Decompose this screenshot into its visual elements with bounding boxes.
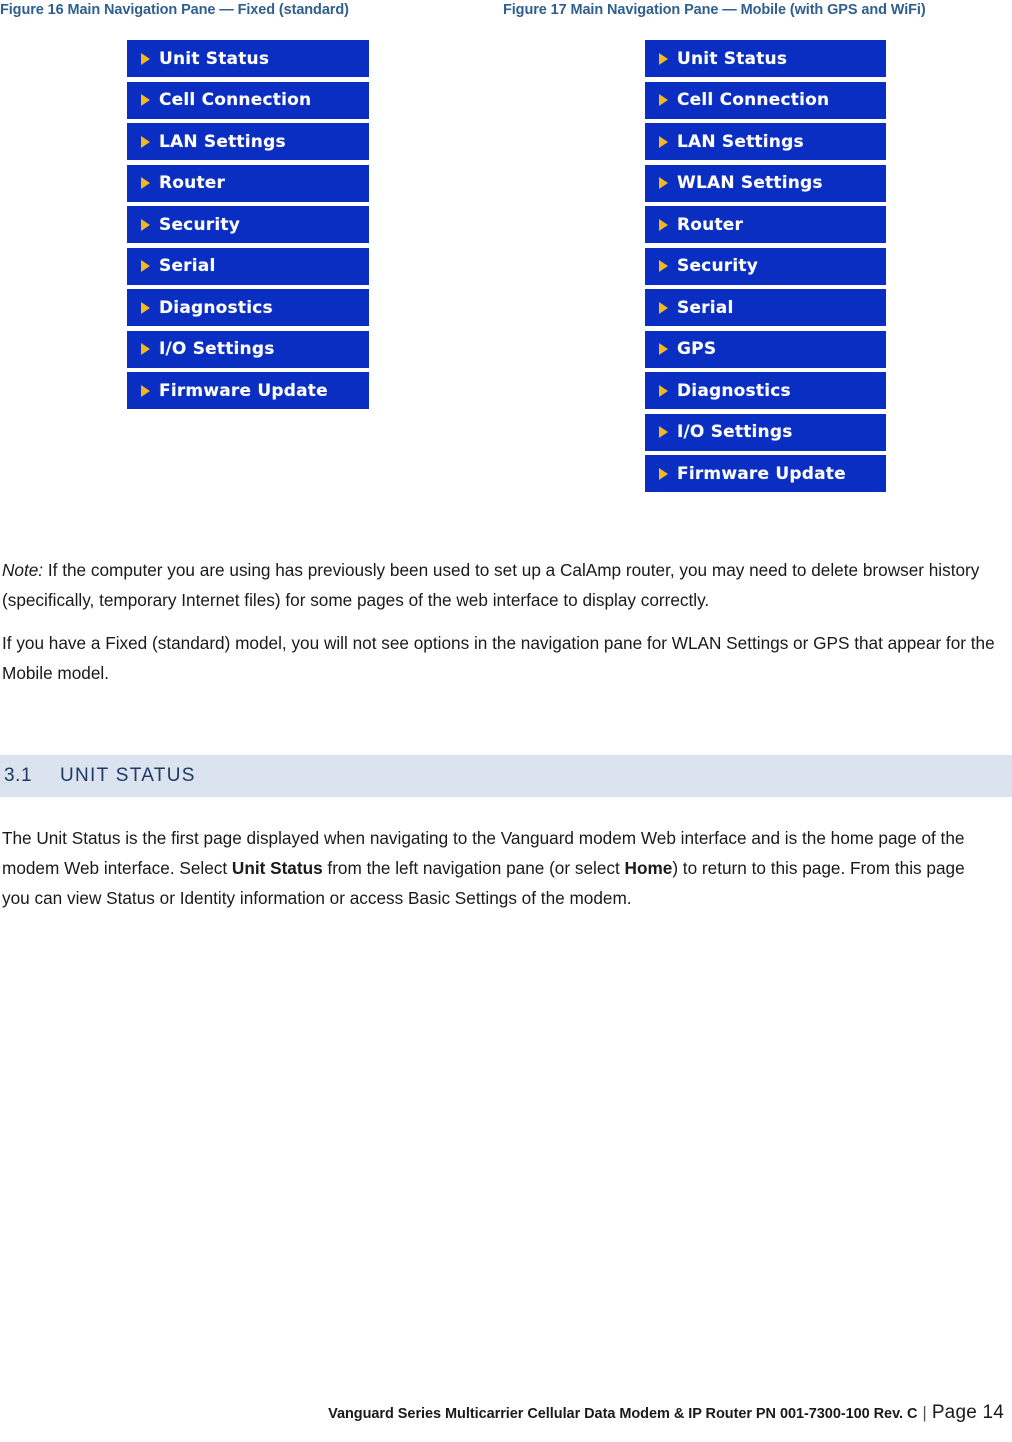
triangle-right-icon bbox=[141, 52, 150, 65]
nav-item-label: Unit Status bbox=[677, 48, 788, 69]
nav-item-label: Unit Status bbox=[159, 48, 270, 69]
triangle-right-icon bbox=[141, 218, 150, 231]
footer-document-title: Vanguard Series Multicarrier Cellular Da… bbox=[328, 1406, 918, 1422]
section-number: 3.1 bbox=[4, 765, 33, 786]
navigation-pane-mobile: Unit Status Cell Connection LAN Settings… bbox=[645, 40, 886, 492]
unit-status-text-part2: from the left navigation pane (or select bbox=[322, 858, 625, 878]
nav-item-label: GPS bbox=[677, 339, 717, 359]
nav-item-label: Router bbox=[159, 173, 226, 193]
nav-item-diagnostics[interactable]: Diagnostics bbox=[645, 372, 886, 409]
nav-item-label: Diagnostics bbox=[677, 380, 791, 401]
nav-item-cell-connection[interactable]: Cell Connection bbox=[127, 81, 369, 119]
triangle-right-icon bbox=[141, 260, 150, 272]
nav-item-label: Serial bbox=[159, 256, 216, 276]
navigation-pane-fixed: Unit Status Cell Connection LAN Settings… bbox=[127, 40, 369, 409]
nav-item-label: Security bbox=[677, 256, 758, 276]
triangle-right-icon bbox=[659, 52, 668, 65]
triangle-right-icon bbox=[659, 218, 668, 231]
unit-status-paragraph: The Unit Status is the first page displa… bbox=[2, 823, 992, 913]
nav-item-security[interactable]: Security bbox=[127, 206, 369, 243]
nav-item-io-settings[interactable]: I/O Settings bbox=[645, 413, 886, 451]
footer-page-number: Page 14 bbox=[931, 1402, 1004, 1423]
nav-item-label: Serial bbox=[677, 297, 734, 318]
nav-item-label: I/O Settings bbox=[677, 422, 793, 442]
nav-item-label: Firmware Update bbox=[677, 463, 846, 484]
section-title: UNIT STATUS bbox=[60, 765, 196, 786]
figure-16-caption: Figure 16 Main Navigation Pane — Fixed (… bbox=[0, 2, 349, 18]
triangle-right-icon bbox=[659, 384, 668, 397]
home-emphasis: Home bbox=[624, 858, 673, 878]
nav-item-label: LAN Settings bbox=[159, 131, 286, 152]
note-text: If the computer you are using has previo… bbox=[2, 560, 980, 610]
nav-item-router[interactable]: Router bbox=[645, 206, 886, 243]
nav-item-lan-settings[interactable]: LAN Settings bbox=[645, 123, 886, 160]
fixed-model-paragraph: If you have a Fixed (standard) model, yo… bbox=[2, 633, 995, 683]
nav-item-router[interactable]: Router bbox=[127, 164, 369, 202]
nav-item-lan-settings[interactable]: LAN Settings bbox=[127, 123, 369, 160]
triangle-right-icon bbox=[141, 177, 150, 189]
triangle-right-icon bbox=[659, 467, 668, 480]
triangle-right-icon bbox=[659, 135, 668, 148]
nav-item-label: Security bbox=[159, 214, 240, 235]
triangle-right-icon bbox=[141, 343, 150, 355]
nav-item-diagnostics[interactable]: Diagnostics bbox=[127, 289, 369, 326]
nav-item-gps[interactable]: GPS bbox=[645, 330, 886, 368]
nav-item-label: Cell Connection bbox=[159, 90, 312, 110]
triangle-right-icon bbox=[141, 135, 150, 148]
triangle-right-icon bbox=[659, 426, 668, 438]
triangle-right-icon bbox=[659, 301, 668, 314]
nav-item-unit-status[interactable]: Unit Status bbox=[645, 40, 886, 77]
unit-status-emphasis: Unit Status bbox=[231, 858, 323, 878]
nav-item-label: Router bbox=[677, 214, 744, 235]
footer-separator: | bbox=[922, 1403, 927, 1422]
triangle-right-icon bbox=[141, 301, 150, 314]
note-label: Note: bbox=[2, 560, 44, 580]
nav-item-firmware-update[interactable]: Firmware Update bbox=[127, 372, 369, 409]
page-footer: Vanguard Series Multicarrier Cellular Da… bbox=[0, 1402, 1004, 1424]
figure-17-caption: Figure 17 Main Navigation Pane — Mobile … bbox=[503, 2, 926, 18]
note-paragraph: Note: If the computer you are using has … bbox=[2, 555, 987, 615]
triangle-right-icon bbox=[659, 343, 668, 355]
section-heading-unit-status: 3.1 UNIT STATUS bbox=[0, 755, 1012, 797]
triangle-right-icon bbox=[659, 94, 668, 106]
nav-item-unit-status[interactable]: Unit Status bbox=[127, 40, 369, 77]
triangle-right-icon bbox=[659, 260, 668, 272]
nav-item-label: WLAN Settings bbox=[677, 173, 823, 193]
nav-item-security[interactable]: Security bbox=[645, 247, 886, 285]
nav-item-label: I/O Settings bbox=[159, 339, 275, 359]
triangle-right-icon bbox=[141, 94, 150, 106]
nav-item-label: Firmware Update bbox=[159, 380, 328, 401]
nav-item-serial[interactable]: Serial bbox=[645, 289, 886, 326]
nav-item-io-settings[interactable]: I/O Settings bbox=[127, 330, 369, 368]
nav-item-firmware-update[interactable]: Firmware Update bbox=[645, 455, 886, 492]
triangle-right-icon bbox=[141, 384, 150, 397]
nav-item-cell-connection[interactable]: Cell Connection bbox=[645, 81, 886, 119]
nav-item-label: LAN Settings bbox=[677, 131, 804, 152]
nav-item-label: Diagnostics bbox=[159, 297, 273, 318]
nav-item-wlan-settings[interactable]: WLAN Settings bbox=[645, 164, 886, 202]
nav-item-label: Cell Connection bbox=[677, 90, 830, 110]
nav-item-serial[interactable]: Serial bbox=[127, 247, 369, 285]
triangle-right-icon bbox=[659, 177, 668, 189]
